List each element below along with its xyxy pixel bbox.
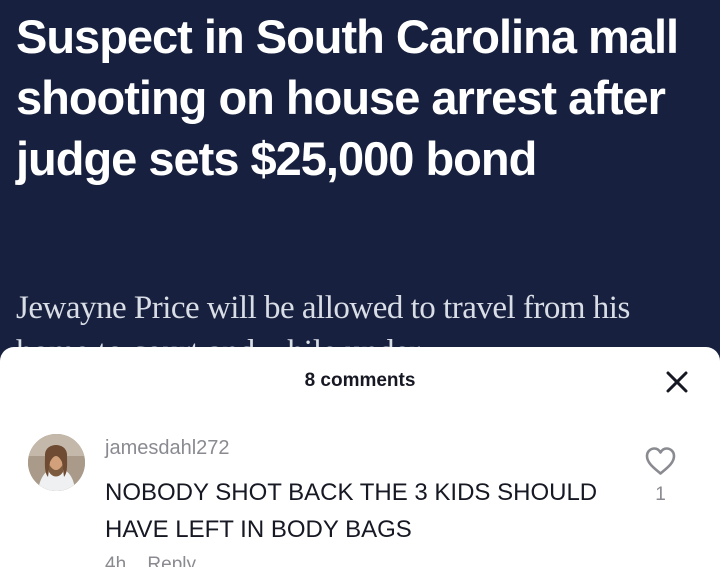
reply-button[interactable]: Reply bbox=[147, 555, 196, 567]
like-button[interactable] bbox=[643, 445, 678, 477]
article-subhead: Jewayne Price will be allowed to travel … bbox=[16, 290, 630, 326]
article-headline: Suspect in South Carolina mall shooting … bbox=[16, 10, 679, 185]
close-button[interactable] bbox=[662, 367, 692, 397]
heart-outline-icon bbox=[645, 447, 676, 475]
comments-count-title: 8 comments bbox=[304, 370, 416, 391]
comments-sheet: 8 comments jamesdahl272 NOBODY SHOT BACK… bbox=[0, 347, 720, 587]
comment-username[interactable]: jamesdahl272 bbox=[105, 437, 230, 460]
avatar-image bbox=[28, 434, 85, 491]
comment-text: NOBODY SHOT BACK THE 3 KIDS SHOULD HAVE … bbox=[105, 479, 598, 543]
comment-meta: 4h Reply bbox=[105, 555, 212, 567]
close-icon bbox=[666, 371, 688, 393]
comment-timestamp: 4h bbox=[105, 555, 127, 567]
commenter-avatar[interactable] bbox=[28, 434, 85, 491]
like-count: 1 bbox=[655, 484, 666, 505]
